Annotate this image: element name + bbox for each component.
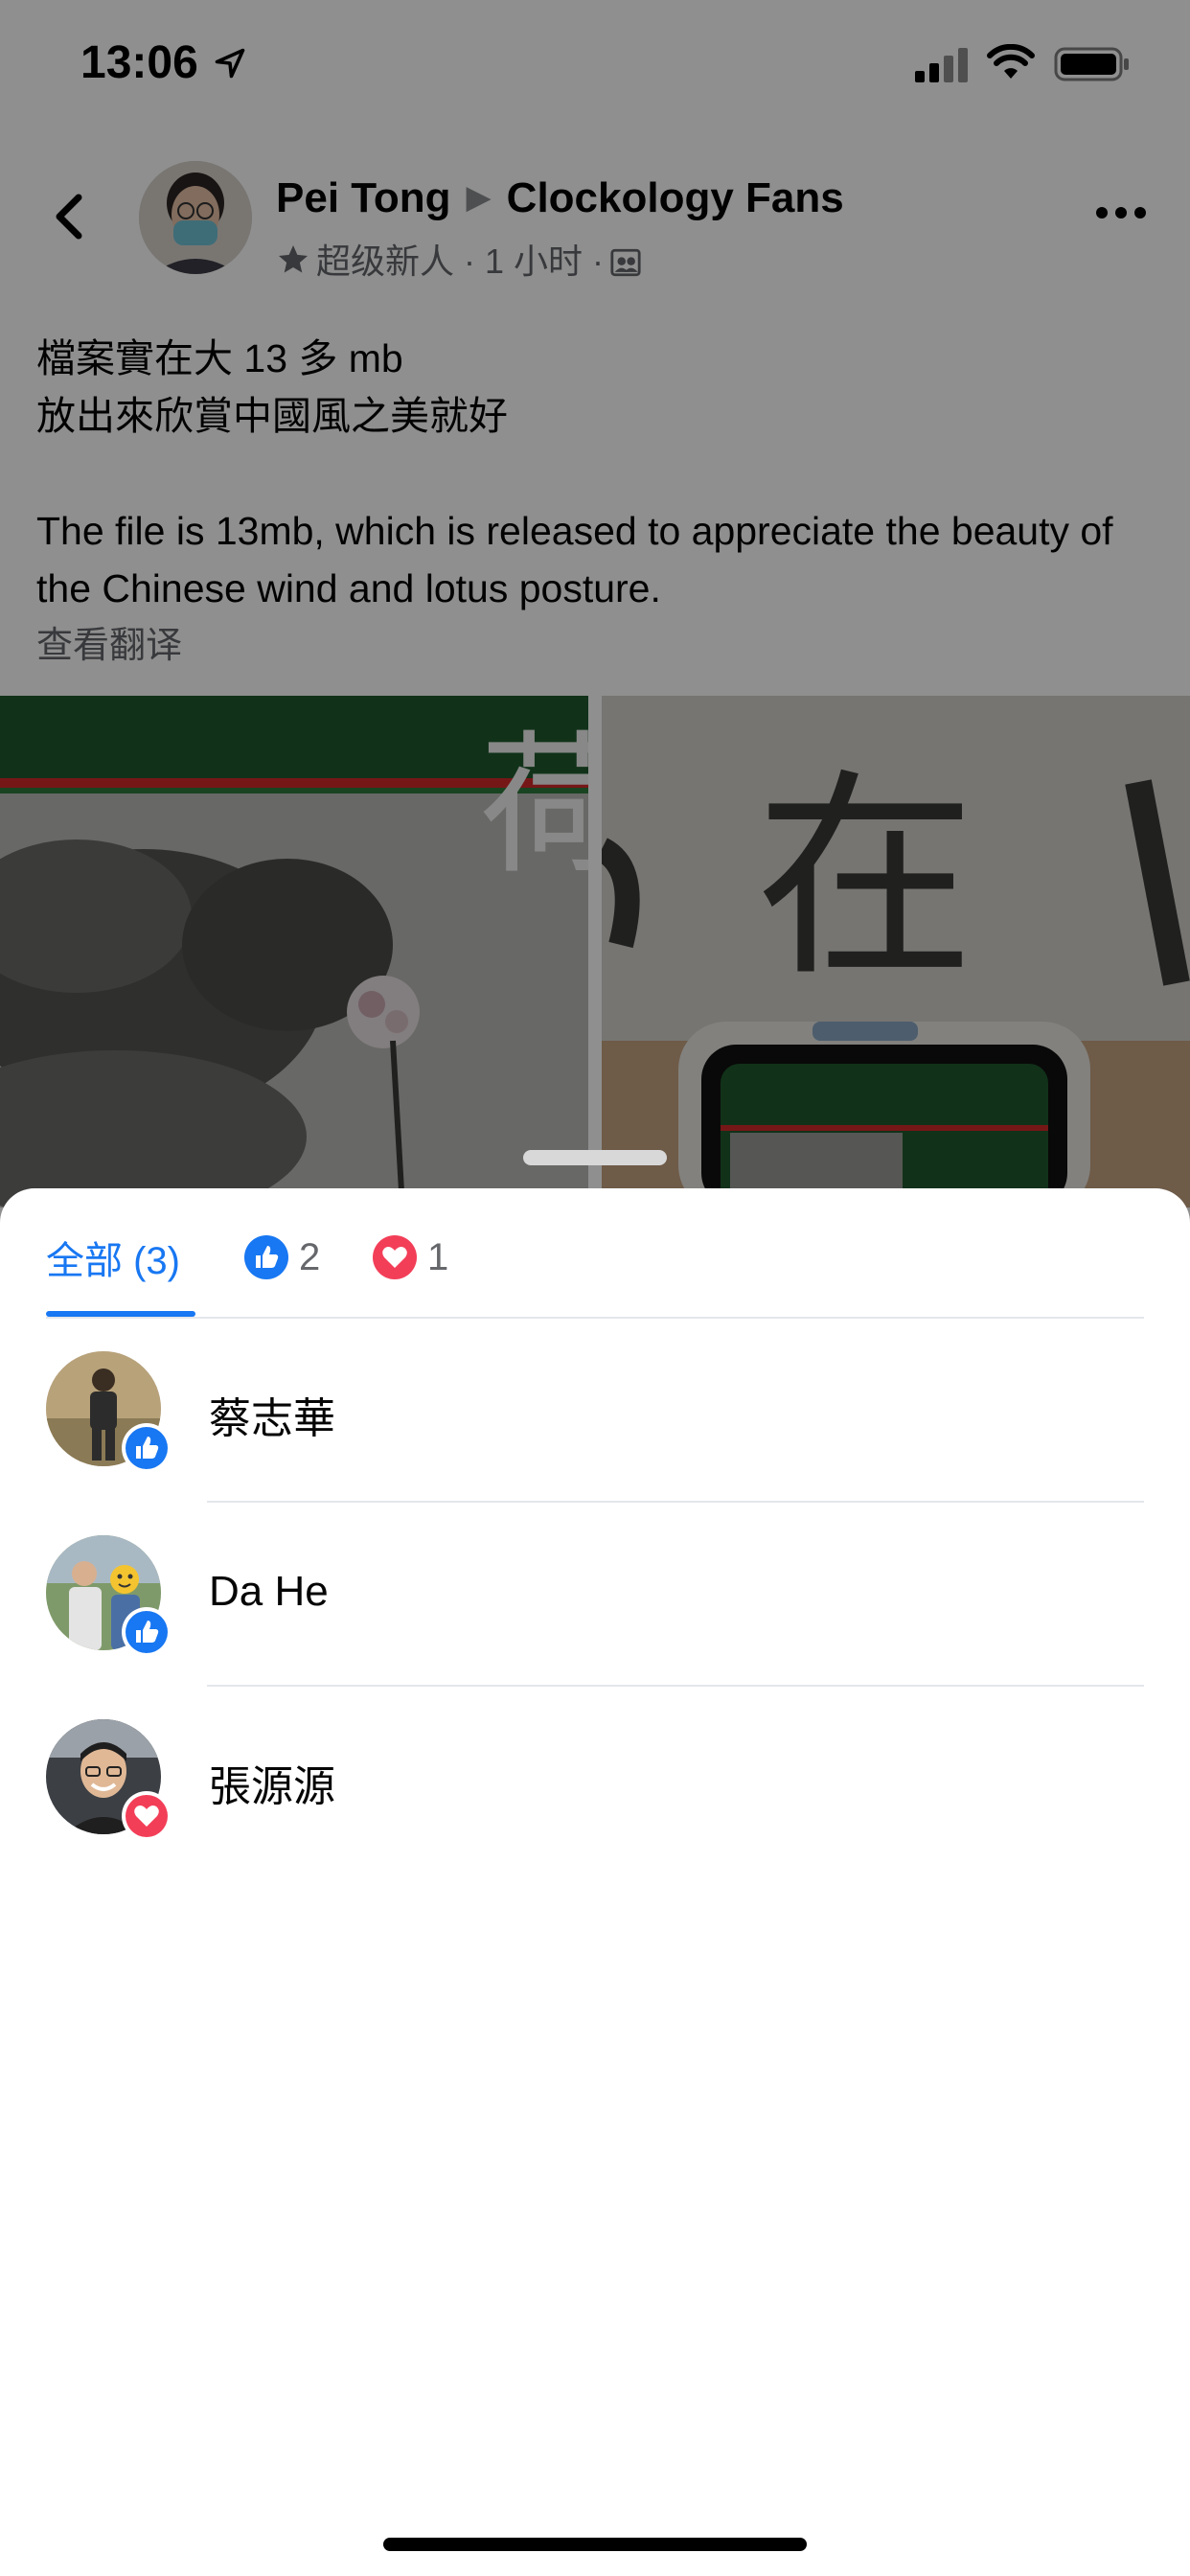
reactor-row[interactable]: 蔡志華 — [0, 1319, 1190, 1503]
tab-like-count: 2 — [299, 1235, 321, 1278]
reactor-name[interactable]: Da He — [209, 1568, 329, 1616]
like-icon — [244, 1235, 288, 1279]
like-badge-icon — [122, 1607, 172, 1657]
tab-love[interactable]: 1 — [372, 1229, 448, 1286]
love-icon — [373, 1235, 417, 1279]
reactor-name[interactable]: 蔡志華 — [209, 1384, 335, 1445]
love-badge-icon — [122, 1791, 172, 1841]
tab-all[interactable]: 全部 (3) — [46, 1229, 180, 1286]
tab-all-label: 全部 (3) — [46, 1240, 180, 1282]
tab-love-count: 1 — [427, 1235, 449, 1278]
home-indicator[interactable] — [383, 2538, 807, 2551]
reactor-name[interactable]: 張源源 — [209, 1752, 335, 1813]
reactor-row[interactable]: 張源源 — [0, 1687, 1190, 1871]
tab-like[interactable]: 2 — [243, 1229, 320, 1286]
active-tab-indicator — [46, 1311, 195, 1317]
sheet-grabber[interactable] — [523, 1150, 667, 1165]
reactor-row[interactable]: Da He — [0, 1503, 1190, 1687]
like-badge-icon — [122, 1423, 172, 1473]
reactions-sheet: 全部 (3) 2 1 蔡志華 Da He 張源源 — [0, 1188, 1190, 2576]
reaction-tabs: 全部 (3) 2 1 — [46, 1188, 1144, 1319]
